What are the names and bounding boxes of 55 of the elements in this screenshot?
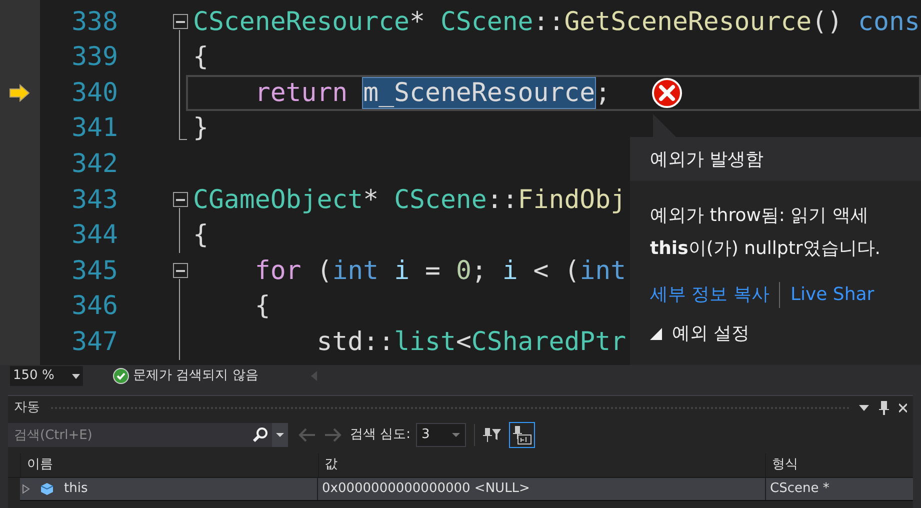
line-number: 342 [70,148,118,181]
collapse-icon[interactable] [172,263,188,278]
exception-message: 예외가 throw됨: 읽기 액세 this이(가) nullptr였습니다. [650,204,882,261]
popup-title: 예외가 발생함 [650,148,764,172]
section-label[interactable]: 예외 설정 [672,317,750,350]
code-line: { [193,41,208,74]
search-field[interactable]: 검색(Ctrl+E) [8,423,252,447]
caret-icon [72,374,80,378]
panel-title: 자동 [14,399,40,418]
check-circle-icon [113,368,129,384]
column-header[interactable]: 값 [318,453,766,477]
code-line: CGameObject* CScene::FindObj [193,184,626,216]
code-line: CSceneResource* CScene::GetSceneResource() cons [193,6,920,39]
column-header[interactable]: 형식 [765,453,913,477]
table-cell-text: CScene * [769,480,830,498]
collapse-icon[interactable] [172,14,188,30]
line-number: 338 [70,6,118,39]
collapsed-triangle-icon[interactable] [22,484,30,494]
close-icon[interactable] [899,403,907,413]
table-cell: 0x0000000000000000 <NULL> [318,478,766,500]
search-button[interactable] [252,423,272,447]
line-number: 343 [70,184,118,216]
popup-link[interactable]: Live Shar [790,278,874,311]
line-number: 347 [70,326,118,359]
pin-text-button[interactable] [508,422,535,448]
depth-dropdown[interactable]: 3 [416,423,466,447]
pin-filter-icon[interactable] [482,426,501,444]
column-header[interactable]: 이름 [20,453,318,477]
search-icon [252,427,268,443]
issues-status: 문제가 검색되지 않음 [133,367,258,386]
line-number: 345 [70,254,118,288]
line-number: 346 [70,290,118,324]
table-cell: this [20,478,318,500]
caret-icon [276,433,284,437]
pin-text-icon [512,425,532,445]
depth-label: 검색 심도: [350,426,411,444]
code-line: std::list<CSharedPtr [316,326,626,359]
caret-icon [452,433,460,437]
line-number: 340 [70,76,118,110]
cube-icon [40,483,54,495]
pin-icon[interactable] [879,401,889,415]
code-line: } [193,112,208,146]
code-line: { [193,219,208,252]
error-icon[interactable] [650,76,683,109]
expanded-triangle-icon[interactable] [650,328,662,340]
collapse-icon[interactable] [172,192,188,208]
zoom-dropdown[interactable]: 150 % [10,366,83,386]
line-number: 341 [70,112,118,146]
code-line: { [254,290,270,324]
line-number: 339 [70,41,118,74]
dropdown-caret-icon[interactable] [859,405,869,411]
popup-link[interactable]: 세부 정보 복사 [650,278,770,311]
search-options-button[interactable] [272,423,288,447]
line-number: 344 [70,219,118,252]
code-line: for (int i = 0; i < (int [254,254,626,288]
